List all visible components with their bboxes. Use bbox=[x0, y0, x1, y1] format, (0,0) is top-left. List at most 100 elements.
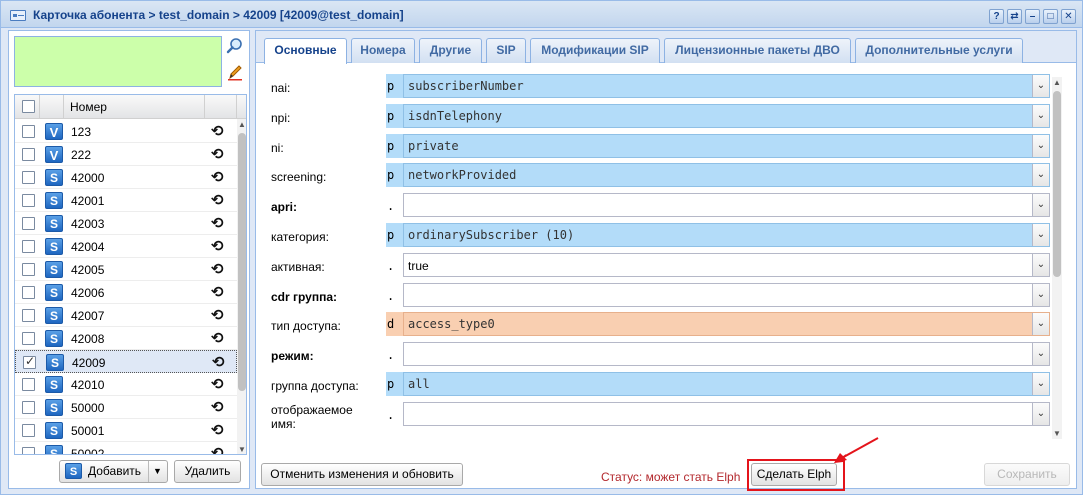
tab-license-packages[interactable]: Лицензионные пакеты ДВО bbox=[664, 38, 851, 63]
chevron-down-icon[interactable]: ⌄ bbox=[1032, 75, 1049, 97]
table-row[interactable]: S 50002 ⟲ bbox=[15, 442, 237, 454]
chevron-down-icon[interactable]: ⌄ bbox=[1032, 373, 1049, 395]
add-button[interactable]: S Добавить ▼ bbox=[59, 460, 168, 483]
chevron-down-icon[interactable]: ⌄ bbox=[1032, 283, 1049, 306]
chevron-down-icon[interactable]: ⌄ bbox=[1032, 194, 1049, 217]
cancel-and-refresh-button[interactable]: Отменить изменения и обновить bbox=[261, 463, 463, 486]
combo-field[interactable]: ⌄ bbox=[403, 193, 1050, 218]
tab-sip[interactable]: SIP bbox=[486, 38, 526, 63]
combo-field[interactable]: isdnTelephony ⌄ bbox=[403, 103, 1050, 128]
history-icon[interactable]: ⟲ bbox=[211, 122, 224, 140]
form-row: тип доступа: d access_type0 ⌄ bbox=[256, 312, 1062, 338]
chevron-down-icon[interactable]: ⌄ bbox=[1032, 134, 1049, 157]
select-all-checkbox[interactable] bbox=[22, 100, 35, 113]
maximize-icon[interactable]: □ bbox=[1043, 9, 1058, 24]
combo-field[interactable]: ⌄ bbox=[403, 401, 1050, 426]
history-icon[interactable]: ⟲ bbox=[211, 283, 224, 301]
chevron-down-icon[interactable]: ⌄ bbox=[1032, 164, 1049, 187]
combo-field[interactable]: ⌄ bbox=[403, 282, 1050, 307]
history-icon[interactable]: ⟲ bbox=[211, 191, 224, 209]
help-icon[interactable]: ? bbox=[989, 9, 1004, 24]
field-flag: p bbox=[386, 74, 403, 98]
table-row[interactable]: S 42004 ⟲ bbox=[15, 235, 237, 258]
row-checkbox[interactable] bbox=[22, 125, 35, 138]
title-bar[interactable]: Карточка абонента > test_domain > 42009 … bbox=[1, 1, 1082, 28]
row-checkbox[interactable] bbox=[22, 217, 35, 230]
row-checkbox[interactable] bbox=[22, 240, 35, 253]
table-row[interactable]: S 50001 ⟲ bbox=[15, 419, 237, 442]
chevron-down-icon[interactable]: ⌄ bbox=[1032, 313, 1049, 336]
chevron-down-icon[interactable]: ⌄ bbox=[1032, 224, 1049, 246]
form-row: npi: p isdnTelephony ⌄ bbox=[256, 103, 1062, 130]
row-checkbox[interactable] bbox=[22, 378, 35, 391]
row-checkbox[interactable] bbox=[22, 263, 35, 276]
column-number-header[interactable]: Номер bbox=[70, 100, 107, 114]
table-row[interactable]: S 42008 ⟲ bbox=[15, 327, 237, 350]
row-checkbox[interactable] bbox=[22, 286, 35, 299]
edit-icon[interactable] bbox=[225, 63, 245, 83]
row-checkbox[interactable] bbox=[22, 401, 35, 414]
form-row: режим:. ⌄ bbox=[256, 342, 1062, 368]
tab-main[interactable]: Основные bbox=[264, 38, 347, 64]
table-row[interactable]: S 42009 ⟲ bbox=[15, 350, 237, 373]
history-icon[interactable]: ⟲ bbox=[211, 260, 224, 278]
history-icon[interactable]: ⟲ bbox=[211, 375, 224, 393]
chevron-down-icon[interactable]: ⌄ bbox=[1032, 253, 1049, 276]
table-row[interactable]: S 42007 ⟲ bbox=[15, 304, 237, 327]
chevron-down-icon[interactable]: ⌄ bbox=[1032, 104, 1049, 127]
combo-field[interactable]: subscriberNumber ⌄ bbox=[403, 74, 1050, 98]
combo-field[interactable]: private ⌄ bbox=[403, 133, 1050, 158]
history-icon[interactable]: ⟲ bbox=[211, 421, 224, 439]
combo-field[interactable]: ordinarySubscriber (10) ⌄ bbox=[403, 223, 1050, 247]
chevron-down-icon[interactable]: ⌄ bbox=[1032, 343, 1049, 366]
tab-sip-modifications[interactable]: Модификации SIP bbox=[530, 38, 660, 63]
swap-icon[interactable]: ⇄ bbox=[1007, 9, 1022, 24]
tab-other[interactable]: Другие bbox=[419, 38, 482, 63]
row-checkbox[interactable] bbox=[22, 447, 35, 454]
table-row[interactable]: S 42006 ⟲ bbox=[15, 281, 237, 304]
history-icon[interactable]: ⟲ bbox=[211, 329, 224, 347]
history-icon[interactable]: ⟲ bbox=[211, 237, 224, 255]
row-checkbox[interactable] bbox=[22, 171, 35, 184]
history-icon[interactable]: ⟲ bbox=[211, 214, 224, 232]
combo-field[interactable]: all ⌄ bbox=[403, 372, 1050, 396]
table-row[interactable]: S 42010 ⟲ bbox=[15, 373, 237, 396]
grid-scrollbar[interactable]: ▲ ▼ bbox=[237, 119, 246, 454]
table-row[interactable]: V 222 ⟲ bbox=[15, 143, 237, 166]
table-row[interactable]: S 42005 ⟲ bbox=[15, 258, 237, 281]
delete-button[interactable]: Удалить bbox=[174, 460, 241, 483]
table-row[interactable]: S 50000 ⟲ bbox=[15, 396, 237, 419]
history-icon[interactable]: ⟲ bbox=[211, 168, 224, 186]
filter-area[interactable] bbox=[14, 36, 222, 87]
table-row[interactable]: S 42000 ⟲ bbox=[15, 166, 237, 189]
combo-field[interactable]: networkProvided ⌄ bbox=[403, 163, 1050, 188]
history-icon[interactable]: ⟲ bbox=[211, 444, 224, 454]
row-checkbox[interactable] bbox=[22, 309, 35, 322]
chevron-down-icon[interactable]: ▼ bbox=[153, 461, 162, 482]
form-scrollbar[interactable]: ▲ ▼ bbox=[1052, 77, 1062, 439]
row-checkbox[interactable] bbox=[22, 148, 35, 161]
combo-field[interactable]: ⌄ bbox=[403, 342, 1050, 367]
table-row[interactable]: V 123 ⟲ bbox=[15, 120, 237, 143]
combo-field[interactable]: true ⌄ bbox=[403, 252, 1050, 277]
row-checkbox[interactable] bbox=[23, 354, 36, 369]
form-scroll-thumb[interactable] bbox=[1053, 91, 1061, 277]
search-icon[interactable] bbox=[225, 37, 245, 57]
history-icon[interactable]: ⟲ bbox=[211, 145, 224, 163]
history-icon[interactable]: ⟲ bbox=[211, 306, 224, 324]
history-icon[interactable]: ⟲ bbox=[212, 353, 225, 371]
row-checkbox[interactable] bbox=[22, 424, 35, 437]
row-checkbox[interactable] bbox=[22, 194, 35, 207]
close-icon[interactable]: ✕ bbox=[1061, 9, 1076, 24]
table-row[interactable]: S 42001 ⟲ bbox=[15, 189, 237, 212]
history-icon[interactable]: ⟲ bbox=[211, 398, 224, 416]
minimize-icon[interactable]: – bbox=[1025, 9, 1040, 24]
save-button[interactable]: Сохранить bbox=[984, 463, 1070, 486]
tab-additional-services[interactable]: Дополнительные услуги bbox=[855, 38, 1023, 63]
combo-field[interactable]: access_type0 ⌄ bbox=[403, 312, 1050, 337]
row-checkbox[interactable] bbox=[22, 332, 35, 345]
grid-scroll-thumb[interactable] bbox=[238, 133, 246, 391]
table-row[interactable]: S 42003 ⟲ bbox=[15, 212, 237, 235]
tab-numbers[interactable]: Номера bbox=[351, 38, 415, 63]
chevron-down-icon[interactable]: ⌄ bbox=[1032, 402, 1049, 425]
